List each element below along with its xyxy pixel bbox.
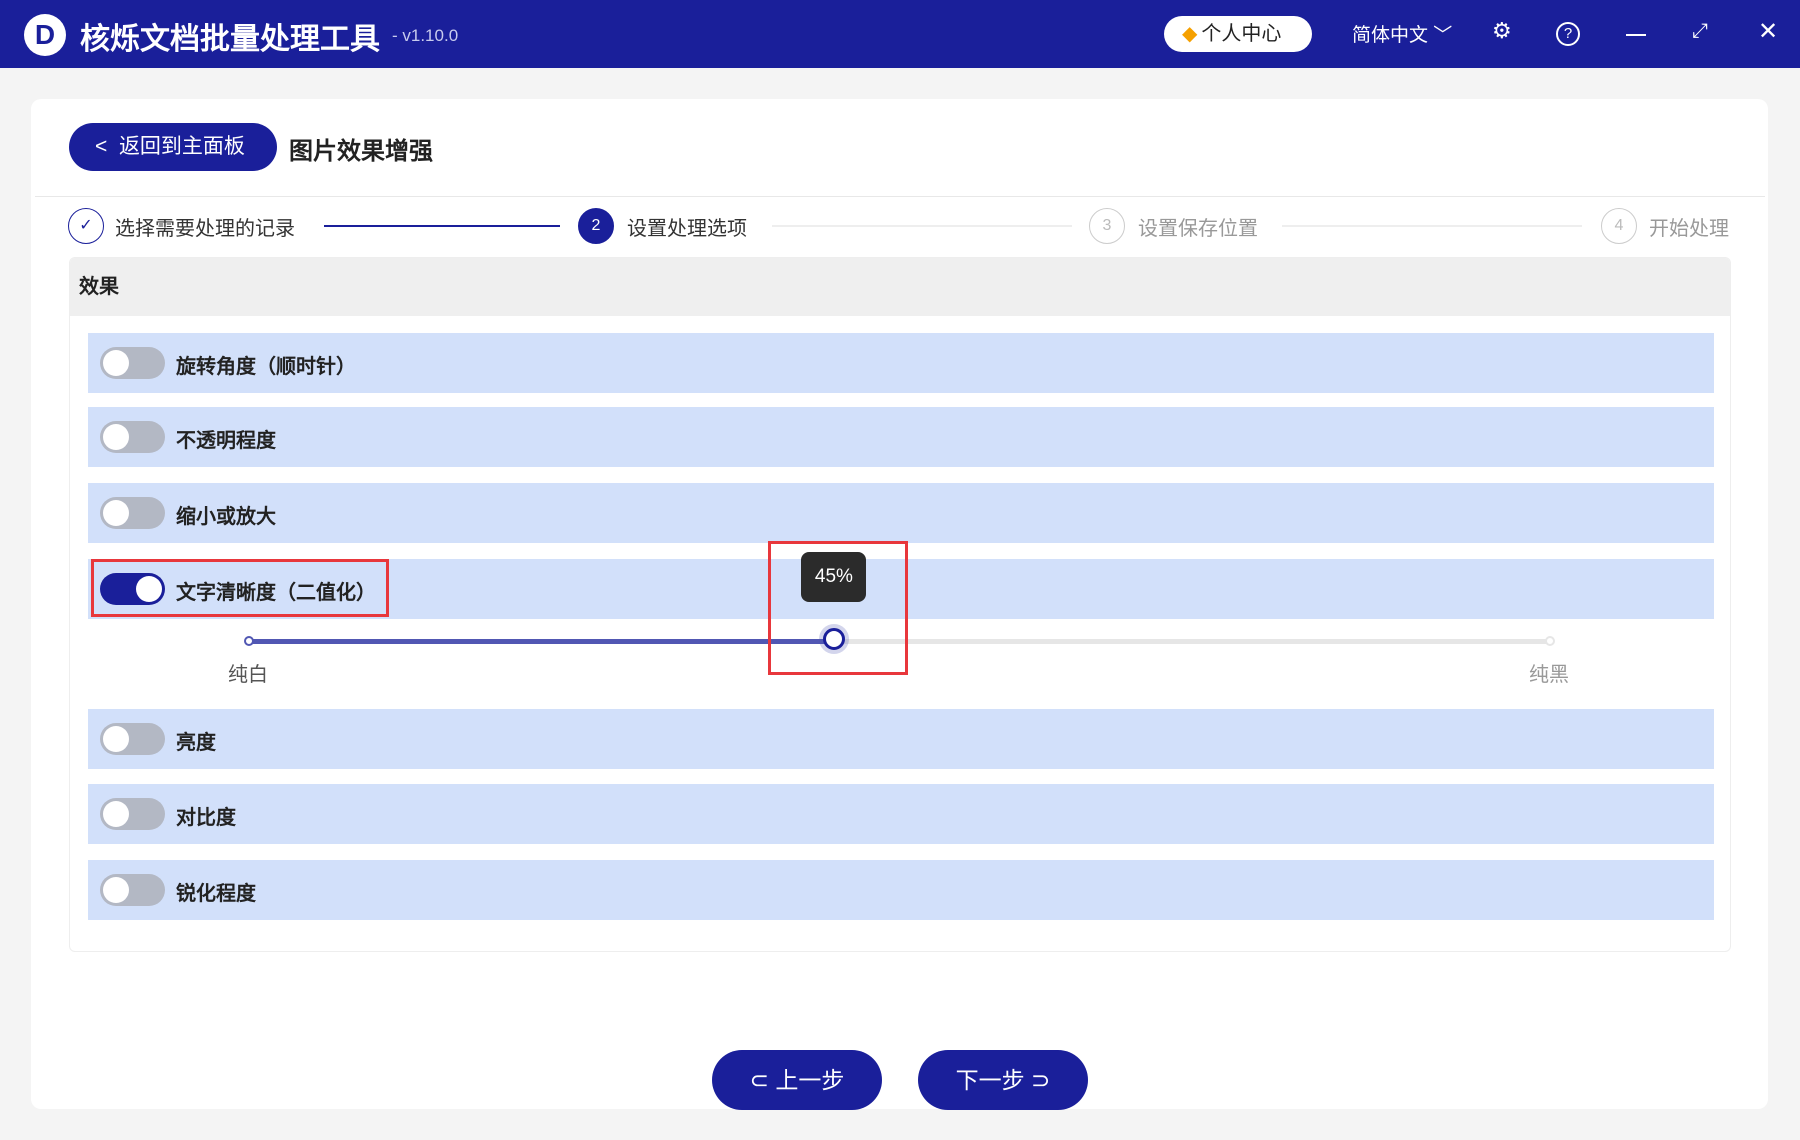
slider-end-dot — [1545, 636, 1555, 646]
maximize-icon[interactable]: ⤢ — [1692, 20, 1708, 43]
step-connector — [1282, 225, 1582, 227]
sharpen-toggle[interactable] — [100, 874, 165, 906]
next-step-button[interactable]: 下一步 ⊃ — [918, 1050, 1088, 1110]
opacity-toggle[interactable] — [100, 421, 165, 453]
vip-gem-icon: ◆ — [1182, 23, 1198, 45]
step-4-number: 4 — [1601, 208, 1637, 244]
prev-label: 上一步 — [775, 1067, 845, 1093]
option-label: 锐化程度 — [176, 883, 256, 905]
step-1-label: 选择需要处理的记录 — [115, 218, 295, 240]
step-4-label: 开始处理 — [1649, 218, 1729, 240]
option-row-brightness: 亮度 — [88, 709, 1714, 769]
chevron-down-icon: ﹀ — [1433, 25, 1453, 46]
minimize-icon[interactable] — [1626, 34, 1646, 36]
step-2-label: 设置处理选项 — [627, 218, 747, 240]
option-label: 亮度 — [176, 732, 216, 754]
option-label: 不透明程度 — [176, 430, 276, 452]
close-icon[interactable]: ✕ — [1758, 17, 1778, 46]
option-row-scale: 缩小或放大 — [88, 483, 1714, 543]
user-center-label: 个人中心 — [1201, 23, 1282, 45]
rotate-toggle[interactable] — [100, 347, 165, 379]
app-title: 核烁文档批量处理工具 — [80, 23, 380, 56]
slider-min-label: 纯白 — [228, 664, 268, 686]
app-version: - v1.10.0 — [392, 26, 459, 45]
language-label: 简体中文 — [1352, 25, 1429, 46]
option-row-contrast: 对比度 — [88, 784, 1714, 844]
scale-toggle[interactable] — [100, 497, 165, 529]
title-bar: D 核烁文档批量处理工具 - v1.10.0 ◆ 个人中心 简体中文 ﹀ ⚙ ? … — [0, 0, 1800, 68]
divider — [35, 196, 1765, 197]
step-connector — [772, 225, 1072, 227]
slider-start-dot — [244, 636, 254, 646]
option-label: 旋转角度（顺时针） — [176, 356, 356, 378]
app-logo: D — [24, 14, 66, 56]
brightness-toggle[interactable] — [100, 723, 165, 755]
gear-icon[interactable]: ⚙ — [1492, 18, 1512, 44]
page-title: 图片效果增强 — [289, 138, 433, 165]
step-1-check-icon: ✓ — [68, 208, 104, 244]
option-row-rotate: 旋转角度（顺时针） — [88, 333, 1714, 393]
language-select[interactable]: 简体中文 ﹀ — [1352, 20, 1452, 47]
step-connector — [324, 225, 560, 227]
option-row-opacity: 不透明程度 — [88, 407, 1714, 467]
back-label: 返回到主面板 — [118, 135, 245, 158]
back-to-dashboard-button[interactable]: < 返回到主面板 — [69, 123, 277, 171]
contrast-toggle[interactable] — [100, 798, 165, 830]
chevron-left-icon: < — [95, 135, 108, 158]
circle-right-icon: ⊃ — [1031, 1067, 1051, 1093]
slider-max-label: 纯黑 — [1529, 664, 1569, 686]
previous-step-button[interactable]: ⊂ 上一步 — [712, 1050, 882, 1110]
step-3-label: 设置保存位置 — [1138, 218, 1258, 240]
highlight-box-slider — [768, 541, 908, 675]
option-label: 对比度 — [176, 807, 236, 829]
next-label: 下一步 — [955, 1067, 1025, 1093]
slider-fill — [249, 639, 835, 644]
option-label: 缩小或放大 — [176, 506, 276, 528]
user-center-button[interactable]: ◆ 个人中心 — [1164, 16, 1312, 52]
highlight-box-toggle — [91, 559, 389, 617]
panel-header: 效果 — [70, 258, 1730, 316]
step-3-number: 3 — [1089, 208, 1125, 244]
circle-left-icon: ⊂ — [749, 1067, 769, 1093]
option-row-sharpen: 锐化程度 — [88, 860, 1714, 920]
help-icon[interactable]: ? — [1556, 22, 1580, 46]
step-2-number: 2 — [578, 208, 614, 244]
